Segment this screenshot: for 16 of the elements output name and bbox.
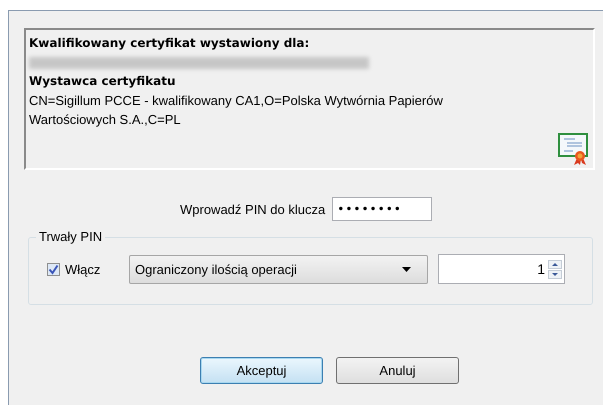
issuer-heading: Wystawca certyfikatu	[29, 73, 176, 90]
spin-up-icon[interactable]	[548, 260, 562, 268]
checkbox-label[interactable]: Włącz	[65, 262, 129, 276]
dropdown-arrow-icon	[402, 266, 411, 272]
pin-label: Wprowadź PIN do klucza	[180, 202, 326, 216]
certificate-icon	[557, 132, 591, 166]
mode-dropdown[interactable]: Ograniczony ilością operacji	[129, 254, 428, 284]
issuer-text: CN=Sigillum PCCE - kwalifikowany CA1,O=Polska Wytwórnia Papierów Wartościowych S.A.,C=PL	[29, 92, 444, 129]
pin-field[interactable]: ••••••••	[332, 197, 432, 221]
accept-button[interactable]: Akceptuj	[200, 357, 323, 384]
spin-down-icon[interactable]	[548, 270, 562, 278]
cancel-button[interactable]: Anuluj	[336, 357, 459, 384]
checkbox[interactable]	[47, 262, 60, 276]
subject-heading: Kwalifikowany certyfikat wystawiony dla:	[29, 35, 310, 52]
count-spinner[interactable]: 1	[438, 254, 565, 284]
group-legend: Trwały PIN	[36, 229, 106, 244]
